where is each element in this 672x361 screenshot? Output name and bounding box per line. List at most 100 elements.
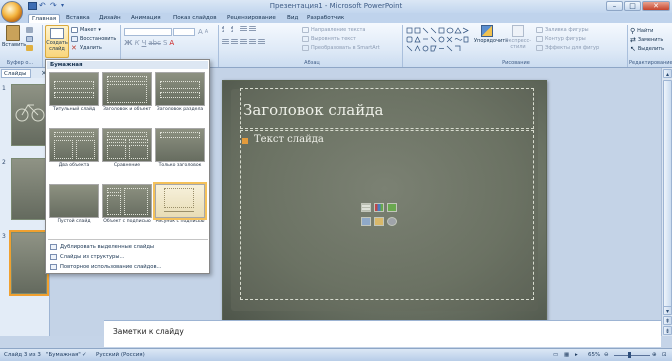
maximize-button[interactable]: □: [624, 1, 641, 11]
replace-button[interactable]: ⇄ Заменить: [630, 36, 663, 44]
picture-icon[interactable]: [361, 217, 371, 226]
underline-icon[interactable]: Ч: [142, 39, 147, 47]
align-left-icon[interactable]: [222, 39, 229, 45]
slide-position: Слайд 3 из 3: [4, 352, 41, 358]
align-text-button[interactable]: Выровнять текст: [302, 36, 356, 42]
office-button[interactable]: [1, 1, 23, 23]
editing-group-label: Редактирование: [629, 60, 672, 66]
clipart-icon[interactable]: [374, 217, 384, 226]
new-slide-button[interactable]: Создать слайд: [45, 25, 69, 58]
layout-title-only[interactable]: Только заголовок: [155, 128, 205, 169]
vertical-scrollbar[interactable]: ▴ ▾ ⇞ ⇟: [661, 68, 672, 336]
columns-icon[interactable]: [258, 39, 265, 45]
duplicate-slides-item[interactable]: Дублировать выделенные слайды: [48, 242, 208, 251]
slide-canvas[interactable]: Заголовок слайда Текст слайда: [222, 80, 547, 324]
minimize-button[interactable]: –: [606, 1, 623, 11]
grow-font-icon[interactable]: A: [198, 28, 203, 36]
notes-placeholder[interactable]: Заметки к слайду: [113, 327, 184, 336]
slide-thumbnail-1[interactable]: [11, 84, 47, 146]
format-painter-button[interactable]: [26, 45, 33, 51]
layout-button[interactable]: Макет ▾: [71, 27, 101, 33]
layout-blank[interactable]: Пустой слайд: [49, 184, 99, 225]
tab-view[interactable]: Вид: [284, 14, 301, 23]
sorter-view-icon[interactable]: ▦: [564, 352, 569, 358]
normal-view-icon[interactable]: ▭: [553, 352, 558, 358]
align-center-icon[interactable]: [231, 39, 238, 45]
scroll-thumb[interactable]: [663, 80, 672, 315]
delete-slide-button[interactable]: ✕ Удалить: [71, 45, 102, 52]
copy-button[interactable]: [26, 36, 33, 42]
layout-title-content[interactable]: Заголовок и объект: [102, 72, 152, 113]
font-family-select[interactable]: [124, 28, 172, 36]
tab-animation[interactable]: Анимация: [128, 14, 164, 23]
slides-from-outline-item[interactable]: Слайды из структуры...: [48, 252, 208, 261]
previous-slide-icon[interactable]: ⇞: [663, 316, 672, 325]
slide-thumbnail-3[interactable]: [9, 230, 49, 296]
layout-title-slide[interactable]: Титульный слайд: [49, 72, 99, 113]
shape-fill-button[interactable]: Заливка фигуры: [536, 27, 589, 33]
status-bar: Слайд 3 из 3 "Бумажная" ✓ Русский (Росси…: [0, 348, 672, 361]
layout-picture-caption[interactable]: Рисунок с подписью: [153, 182, 207, 225]
cut-button[interactable]: [26, 27, 33, 33]
font-color-icon[interactable]: A: [169, 39, 174, 47]
slide-title[interactable]: Заголовок слайда: [243, 101, 383, 119]
font-size-select[interactable]: [173, 28, 195, 36]
layout-section-header[interactable]: Заголовок раздела: [155, 72, 205, 113]
find-button[interactable]: ⚲ Найти: [630, 27, 653, 35]
paste-button[interactable]: Вставить: [2, 25, 26, 48]
layout-content-caption[interactable]: Объект с подписью: [102, 184, 152, 225]
tab-insert[interactable]: Вставка: [63, 14, 93, 23]
bullets-icon[interactable]: [222, 26, 229, 32]
fit-window-icon[interactable]: ⊡: [662, 352, 667, 358]
smartart-insert-icon[interactable]: [387, 203, 397, 212]
table-icon[interactable]: [361, 203, 371, 212]
shape-effects-button[interactable]: Эффекты для фигур: [536, 45, 599, 51]
shapes-gallery[interactable]: [406, 27, 470, 55]
slide-body-text[interactable]: Текст слайда: [254, 134, 324, 145]
zoom-out-icon[interactable]: ⊖: [604, 352, 609, 358]
layout-comparison[interactable]: Сравнение: [102, 128, 152, 169]
italic-icon[interactable]: К: [135, 39, 140, 47]
media-icon[interactable]: [387, 217, 397, 226]
close-button[interactable]: ✕: [642, 1, 670, 11]
arrange-button[interactable]: Упорядочить: [474, 25, 508, 44]
tab-review[interactable]: Рецензирование: [224, 14, 279, 23]
tab-home[interactable]: Главная: [28, 14, 61, 23]
justify-icon[interactable]: [249, 39, 256, 45]
list-buttons: [222, 26, 256, 32]
tab-design[interactable]: Дизайн: [96, 14, 124, 23]
bold-icon[interactable]: Ж: [124, 39, 133, 47]
zoom-level[interactable]: 65%: [588, 352, 600, 358]
zoom-slider[interactable]: [614, 355, 650, 356]
quick-styles-button[interactable]: Экспресс-стили: [504, 25, 532, 50]
shadow-icon[interactable]: S: [163, 39, 167, 47]
spellcheck-icon[interactable]: ✓: [82, 352, 87, 358]
strike-icon[interactable]: abc: [148, 39, 161, 47]
tab-developer[interactable]: Разработчик: [304, 14, 347, 23]
numbering-icon[interactable]: [231, 26, 238, 32]
decrease-indent-icon[interactable]: [240, 26, 247, 32]
layout-two-content[interactable]: Два объекта: [49, 128, 99, 169]
shape-outline-button[interactable]: Контур фигуры: [536, 36, 586, 42]
restore-button[interactable]: Восстановить: [71, 36, 116, 42]
notes-pane[interactable]: Заметки к слайду: [104, 320, 661, 347]
select-button[interactable]: ↖ Выделить: [630, 45, 664, 53]
tab-slideshow[interactable]: Показ слайдов: [170, 14, 220, 23]
scroll-down-icon[interactable]: ▾: [663, 306, 672, 315]
zoom-slider-thumb[interactable]: [628, 352, 631, 358]
smartart-button[interactable]: Преобразовать в SmartArt: [302, 45, 380, 51]
chart-icon[interactable]: [374, 203, 384, 212]
quick-styles-icon: [512, 25, 524, 37]
scroll-up-icon[interactable]: ▴: [663, 69, 672, 78]
next-slide-icon[interactable]: ⇟: [663, 326, 672, 335]
shrink-font-icon[interactable]: A: [205, 29, 208, 35]
reuse-slides-item[interactable]: Повторное использование слайдов...: [48, 262, 208, 271]
slideshow-view-icon[interactable]: ▸: [575, 352, 578, 358]
zoom-in-icon[interactable]: ⊕: [652, 352, 657, 358]
slide-thumbnail-2[interactable]: [11, 158, 47, 220]
align-right-icon[interactable]: [240, 39, 247, 45]
tab-slides-panel[interactable]: Слайды: [1, 69, 31, 78]
text-direction-button[interactable]: Направление текста: [302, 27, 365, 33]
language[interactable]: Русский (Россия): [96, 352, 145, 358]
increase-indent-icon[interactable]: [249, 26, 256, 32]
